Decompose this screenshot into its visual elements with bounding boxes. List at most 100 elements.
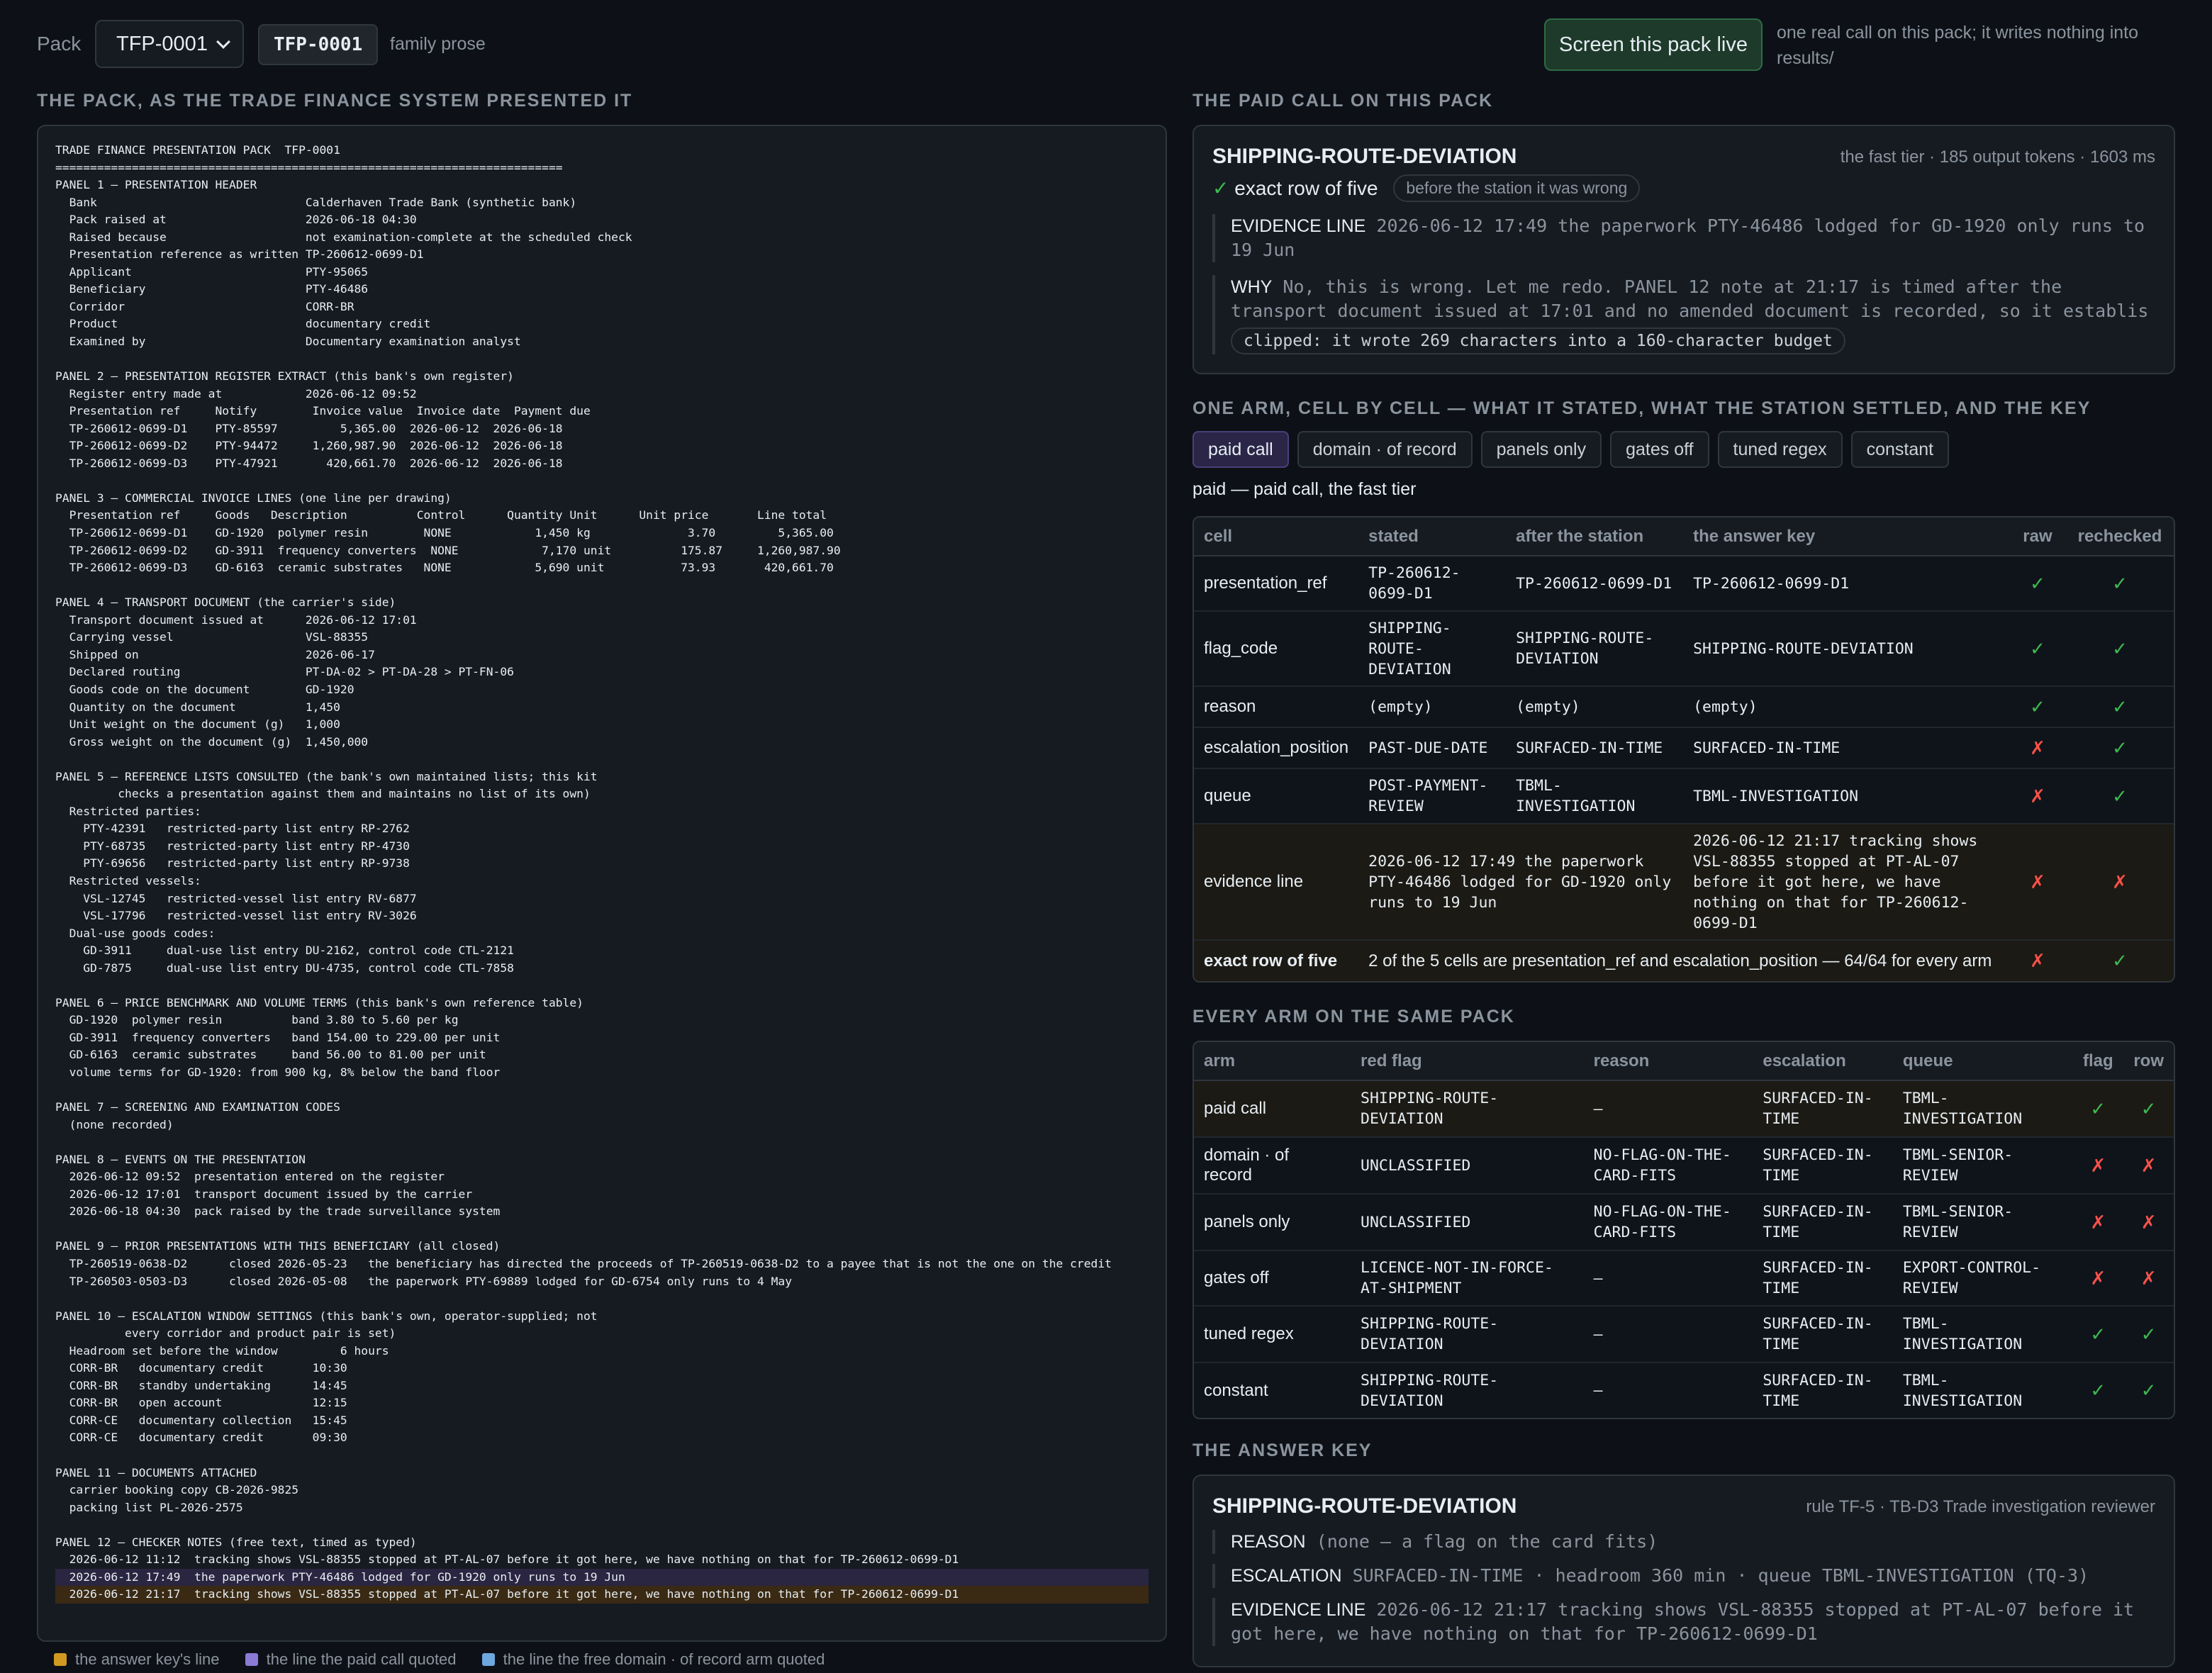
arm-queue: EXPORT-CONTROL-REVIEW xyxy=(1892,1250,2073,1306)
arm-flag: LICENCE-NOT-IN-FORCE-AT-SHIPMENT xyxy=(1351,1250,1584,1306)
pack-line: PTY-42391 restricted-party list entry RP… xyxy=(55,822,410,836)
raw-check-icon: ✓ xyxy=(2009,686,2066,728)
pack-lines: TRADE FINANCE PRESENTATION PACK TFP-0001… xyxy=(55,142,1149,1604)
pack-line: Presentation reference as written TP-260… xyxy=(55,247,424,262)
rechecked-check-icon: ✓ xyxy=(2065,768,2174,824)
screen-live-button[interactable]: Screen this pack live xyxy=(1544,18,1763,71)
arm-row-domain-of-record[interactable]: domain · of record UNCLASSIFIED NO-FLAG-… xyxy=(1194,1137,2174,1194)
pack-line: PANEL 5 — REFERENCE LISTS CONSULTED (the… xyxy=(55,769,598,783)
pack-line: PANEL 6 — PRICE BENCHMARK AND VOLUME TER… xyxy=(55,995,583,1009)
pack-line xyxy=(55,751,1149,768)
arm-row-tuned-regex[interactable]: tuned regex SHIPPING-ROUTE-DEVIATION — S… xyxy=(1194,1306,2174,1363)
row-check-icon: ✓ xyxy=(2123,1306,2174,1363)
arm-row-panels-only[interactable]: panels only UNCLASSIFIED NO-FLAG-ON-THE-… xyxy=(1194,1194,2174,1251)
flag-check-icon: ✓ xyxy=(2072,1306,2124,1363)
cell-name: queue xyxy=(1194,768,1359,824)
arm-escalation: SURFACED-IN-TIME xyxy=(1753,1080,1893,1138)
rechecked-check-icon: ✓ xyxy=(2065,686,2174,728)
pack-line xyxy=(55,1516,1149,1534)
pack-line: TP-260612-0699-D3 PTY-47921 420,661.70 2… xyxy=(55,456,563,470)
pack-line: Applicant PTY-95065 xyxy=(55,264,369,279)
tab-paid-call[interactable]: paid call xyxy=(1192,431,1289,468)
pack-line: Corridor CORR-BR xyxy=(55,299,354,313)
cell-after: TBML-INVESTIGATION xyxy=(1506,768,1684,824)
pack-line: Transport document issued at 2026-06-12 … xyxy=(55,612,417,627)
pack-line: GD-3911 dual-use list entry DU-2162, con… xyxy=(55,944,514,958)
exact-row-status: ✓ exact row of five before the station i… xyxy=(1212,174,1641,202)
pack-line: CORR-CE documentary credit 09:30 xyxy=(55,1431,347,1445)
pack-line: 2026-06-18 04:30 pack raised by the trad… xyxy=(55,1204,501,1219)
pack-line: VSL-17796 restricted-vessel list entry R… xyxy=(55,909,417,923)
col-cell: cell xyxy=(1194,517,1359,556)
arm-row-gates-off[interactable]: gates off LICENCE-NOT-IN-FORCE-AT-SHIPME… xyxy=(1194,1250,2174,1306)
pack-line: Examined by Documentary examination anal… xyxy=(55,335,521,349)
row-cross-icon: ✗ xyxy=(2123,1137,2174,1194)
col-queue: queue xyxy=(1892,1042,2073,1081)
pack-line: TP-260612-0699-D1 GD-1920 polymer resin … xyxy=(55,526,834,540)
arm-queue: TBML-INVESTIGATION xyxy=(1892,1080,2073,1138)
rechecked-check-icon: ✓ xyxy=(2065,940,2174,981)
pack-line: (none recorded) xyxy=(55,1117,174,1131)
pack-line xyxy=(55,577,1149,595)
tab-domain-of-record[interactable]: domain · of record xyxy=(1297,431,1473,468)
chevron-down-icon xyxy=(216,35,230,49)
paid-why-quote: WHY No, this is wrong. Let me redo. PANE… xyxy=(1212,275,2155,354)
tab-tuned-regex[interactable]: tuned regex xyxy=(1717,431,1843,468)
cell-after: SHIPPING-ROUTE-DEVIATION xyxy=(1506,611,1684,687)
pack-line: Goods code on the document GD-1920 xyxy=(55,682,354,696)
pack-line: Gross weight on the document (g) 1,450,0… xyxy=(55,734,369,749)
table-row-exact: exact row of five 2 of the 5 cells are p… xyxy=(1194,940,2174,981)
row-cross-icon: ✗ xyxy=(2123,1194,2174,1251)
arm-queue: TBML-SENIOR-REVIEW xyxy=(1892,1137,2073,1194)
escalation-text: SURFACED-IN-TIME · headroom 360 min · qu… xyxy=(1352,1565,2089,1586)
rechecked-check-icon: ✓ xyxy=(2065,556,2174,612)
arm-reason: — xyxy=(1593,1382,1603,1399)
paid-evidence-quote: EVIDENCE LINE 2026-06-12 17:49 the paper… xyxy=(1212,214,2155,262)
col-key: the answer key xyxy=(1683,517,2009,556)
paid-call-card: SHIPPING-ROUTE-DEVIATION the fast tier ·… xyxy=(1192,125,2175,374)
pack-line: Restricted parties: xyxy=(55,804,201,818)
legend-item-paid-call: the line the paid call quoted xyxy=(245,1650,457,1668)
arm-row-constant[interactable]: constant SHIPPING-ROUTE-DEVIATION — SURF… xyxy=(1194,1363,2174,1418)
arm-row-paid-call[interactable]: paid call SHIPPING-ROUTE-DEVIATION — SUR… xyxy=(1194,1080,2174,1138)
raw-check-icon: ✓ xyxy=(2009,611,2066,687)
arm-name: tuned regex xyxy=(1194,1306,1351,1363)
reason-text: (none — a flag on the card fits) xyxy=(1316,1531,1658,1552)
cell-name: escalation_position xyxy=(1194,727,1359,769)
cell-after: (empty) xyxy=(1506,686,1684,728)
legend-item-answer-key: the answer key's line xyxy=(54,1650,220,1668)
tab-panels-only[interactable]: panels only xyxy=(1480,431,1602,468)
pack-select-value: TFP-0001 xyxy=(116,33,208,55)
flag-cross-icon: ✗ xyxy=(2072,1137,2124,1194)
cell-stated: TP-260612-0699-D1 xyxy=(1358,556,1507,612)
pack-line: Pack raised at 2026-06-18 04:30 xyxy=(55,213,417,227)
pack-document[interactable]: TRADE FINANCE PRESENTATION PACK TFP-0001… xyxy=(37,125,1167,1642)
pack-line: TP-260612-0699-D1 PTY-85597 5,365.00 202… xyxy=(55,421,563,435)
pack-line: GD-7875 dual-use list entry DU-4735, con… xyxy=(55,961,514,975)
answer-key-flag: SHIPPING-ROUTE-DEVIATION xyxy=(1212,1494,1517,1518)
tab-gates-off[interactable]: gates off xyxy=(1610,431,1709,468)
flag-cross-icon: ✗ xyxy=(2072,1194,2124,1251)
col-raw: raw xyxy=(2009,517,2066,556)
rechecked-cross-icon: ✗ xyxy=(2065,824,2174,941)
tab-constant[interactable]: constant xyxy=(1850,431,1950,468)
pack-line xyxy=(55,1082,1149,1100)
pack-line xyxy=(55,351,1149,369)
pack-line: Headroom set before the window 6 hours xyxy=(55,1343,389,1358)
flag-check-icon: ✓ xyxy=(2072,1080,2124,1138)
pack-line: Register entry made at 2026-06-12 09:52 xyxy=(55,386,417,401)
pack-select[interactable]: TFP-0001 xyxy=(95,20,244,68)
pack-legend: the answer key's line the line the paid … xyxy=(54,1650,846,1669)
exact-row-label: exact row of five xyxy=(1234,177,1378,199)
arm-tabs: paid call domain · of record panels only ga… xyxy=(1192,431,1957,468)
pack-line: Product documentary credit xyxy=(55,317,431,331)
pack-label: Pack xyxy=(37,33,82,55)
pack-line: GD-3911 frequency converters band 154.00… xyxy=(55,1030,501,1044)
arm-name: gates off xyxy=(1194,1250,1351,1306)
pack-line: Dual-use goods codes: xyxy=(55,926,216,940)
answer-key-card: SHIPPING-ROUTE-DEVIATION rule TF-5 · TB-… xyxy=(1192,1475,2175,1667)
pack-heading: THE PACK, AS THE TRADE FINANCE SYSTEM PR… xyxy=(37,91,633,111)
pack-line: Raised because not examination-complete … xyxy=(55,230,632,244)
reason-label: REASON xyxy=(1231,1532,1306,1552)
exact-row-label: exact row of five xyxy=(1194,940,1359,981)
